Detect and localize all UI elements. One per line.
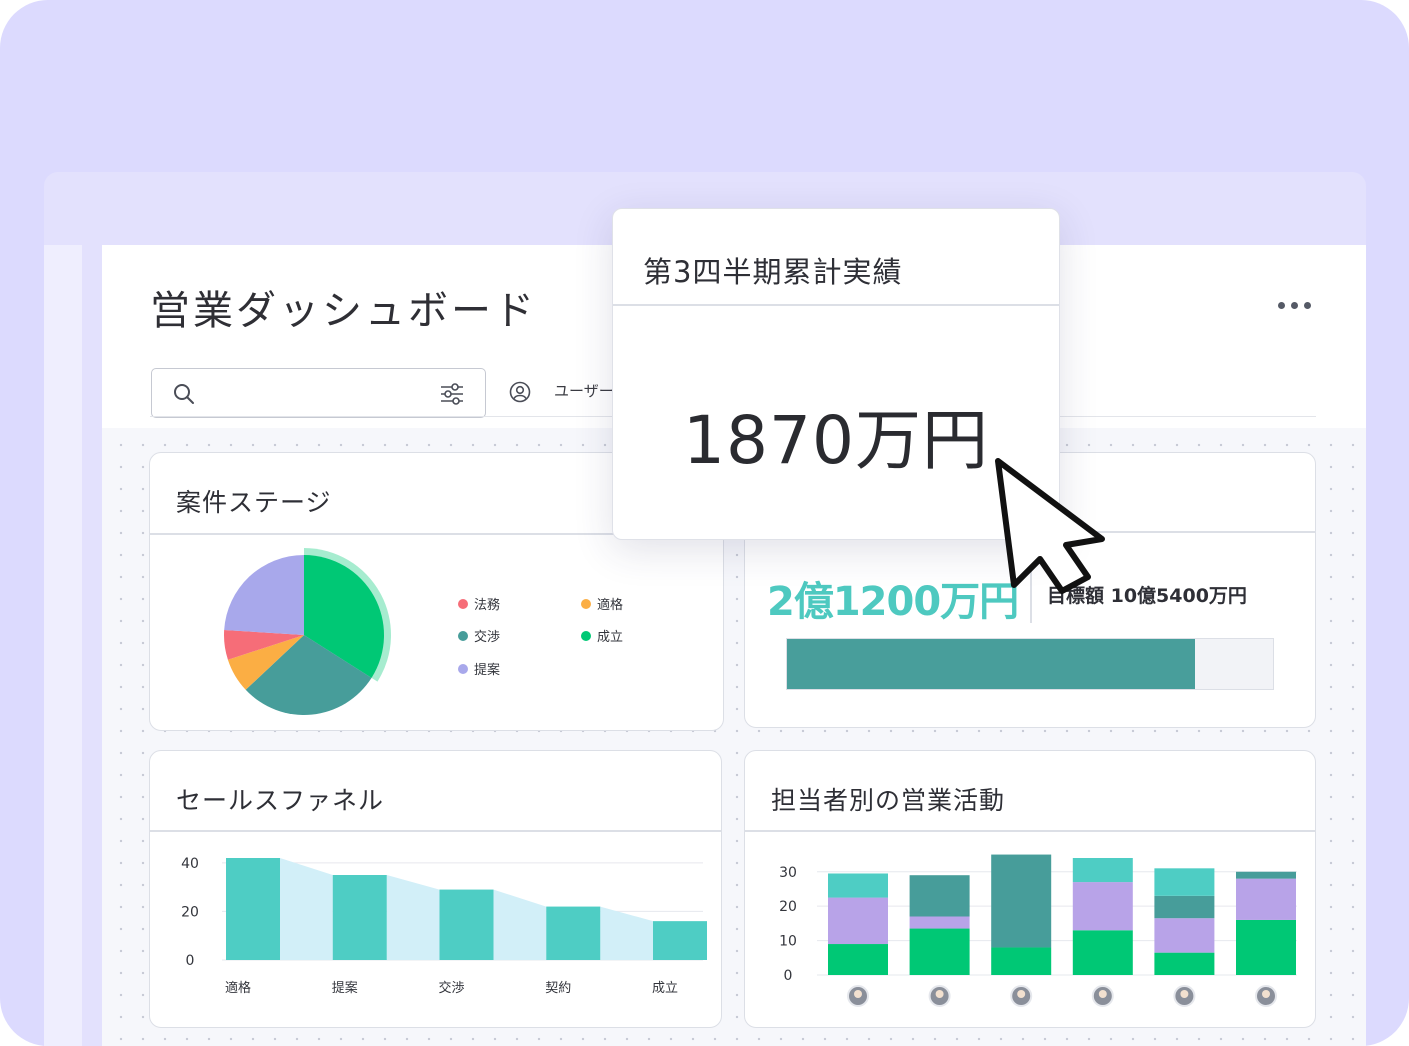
stacked-bar-segment xyxy=(909,928,970,975)
funnel-connector xyxy=(280,858,333,960)
stacked-bar-segment xyxy=(909,916,970,929)
funnel-connector xyxy=(493,889,547,960)
legend-item: 法務 xyxy=(458,594,500,613)
funnel-connector xyxy=(600,906,653,960)
funnel-bar xyxy=(332,875,387,960)
legend-label: 提案 xyxy=(474,663,501,678)
more-icon-dot xyxy=(1303,301,1311,309)
stacked-bar-segment xyxy=(1072,930,1133,975)
cursor-icon xyxy=(995,458,1105,594)
stacked-bar-segment xyxy=(1154,952,1215,975)
x-tick-label: 交渉 xyxy=(438,980,464,996)
progress-fill xyxy=(787,639,1196,689)
stacked-bar-segment xyxy=(1154,895,1215,919)
legend-dot xyxy=(458,598,468,609)
page-title: 営業ダッシュボード xyxy=(150,288,537,334)
avatar-face xyxy=(854,990,862,998)
legend-dot xyxy=(581,630,591,641)
legend-label: 適格 xyxy=(597,598,624,613)
y-tick-label: 20 xyxy=(181,904,199,920)
legend-dot xyxy=(581,598,591,609)
stacked-bar-segment xyxy=(1236,878,1296,920)
legend-dot xyxy=(458,663,468,674)
stacked-bar-segment xyxy=(991,854,1052,948)
legend-item: 適格 xyxy=(581,594,623,613)
stacked-bar-segment xyxy=(1154,868,1215,896)
y-tick-label: 0 xyxy=(186,953,195,969)
popup-title: 第3四半期累計実績 xyxy=(643,255,903,289)
stacked-bar-segment xyxy=(1236,871,1296,879)
x-tick-label: 成立 xyxy=(652,981,678,996)
search-input[interactable] xyxy=(151,368,486,418)
avatar-face xyxy=(935,990,944,998)
legend-item: 成立 xyxy=(581,626,623,645)
x-tick-label: 提案 xyxy=(332,980,358,996)
funnel-bar xyxy=(546,906,601,960)
legend-item: 提案 xyxy=(458,659,500,678)
filter-icon[interactable] xyxy=(439,382,465,406)
y-tick-label: 20 xyxy=(779,899,797,915)
more-icon-dot xyxy=(1290,301,1298,309)
user-icon xyxy=(509,381,531,403)
legend-label: 法務 xyxy=(474,598,501,613)
stacked-bar-segment xyxy=(1236,919,1296,975)
funnel-chart: 0 20 40 適格 提案 交渉 契約 成立 xyxy=(181,856,707,996)
y-tick-label: 0 xyxy=(784,968,793,984)
sidebar xyxy=(44,245,82,1046)
revenue-progress-bar xyxy=(786,638,1274,690)
search-icon xyxy=(174,384,194,404)
stacked-bar-segment xyxy=(1072,882,1133,931)
revenue-value: 2億1200万円 xyxy=(767,579,1019,625)
activity-chart: 0 10 20 30 xyxy=(779,854,1297,1007)
stacked-bar-segment xyxy=(991,947,1052,975)
activity-card: 担当者別の営業活動 0 10 20 30 xyxy=(744,750,1316,1028)
legend-label: 交渉 xyxy=(474,630,501,645)
funnel-bar xyxy=(439,889,494,960)
avatar-face xyxy=(1017,990,1026,998)
stacked-bar-segment xyxy=(909,875,970,917)
funnel-bar xyxy=(226,858,280,960)
x-tick-label: 契約 xyxy=(545,981,571,996)
user-filter-button[interactable]: ユーザー xyxy=(554,380,614,401)
y-tick-label: 40 xyxy=(181,856,199,872)
y-tick-label: 30 xyxy=(779,865,797,881)
popup-divider xyxy=(613,304,1059,306)
stacked-bar-segment xyxy=(1154,918,1215,953)
legend-item: 交渉 xyxy=(458,626,500,645)
avatar-face xyxy=(1180,990,1189,998)
x-tick-label: 適格 xyxy=(225,980,251,996)
stacked-bar-segment xyxy=(828,897,888,945)
y-tick-label: 10 xyxy=(779,934,797,950)
pie-slice xyxy=(224,555,304,635)
avatar-face xyxy=(1098,990,1107,998)
stacked-bar-segment xyxy=(1072,858,1133,883)
sales-funnel-card: セールスファネル 0 20 40 適格 提案 交渉 契約 成立 xyxy=(149,750,722,1028)
avatar-face xyxy=(1262,990,1270,998)
stacked-bar-segment xyxy=(828,944,888,975)
legend-label: 成立 xyxy=(597,630,624,645)
funnel-connector xyxy=(386,875,440,960)
more-options-button[interactable] xyxy=(1268,290,1320,320)
legend-dot xyxy=(458,630,468,641)
funnel-bar xyxy=(653,921,707,960)
more-icon xyxy=(1277,301,1285,309)
stacked-bar-segment xyxy=(828,873,888,898)
